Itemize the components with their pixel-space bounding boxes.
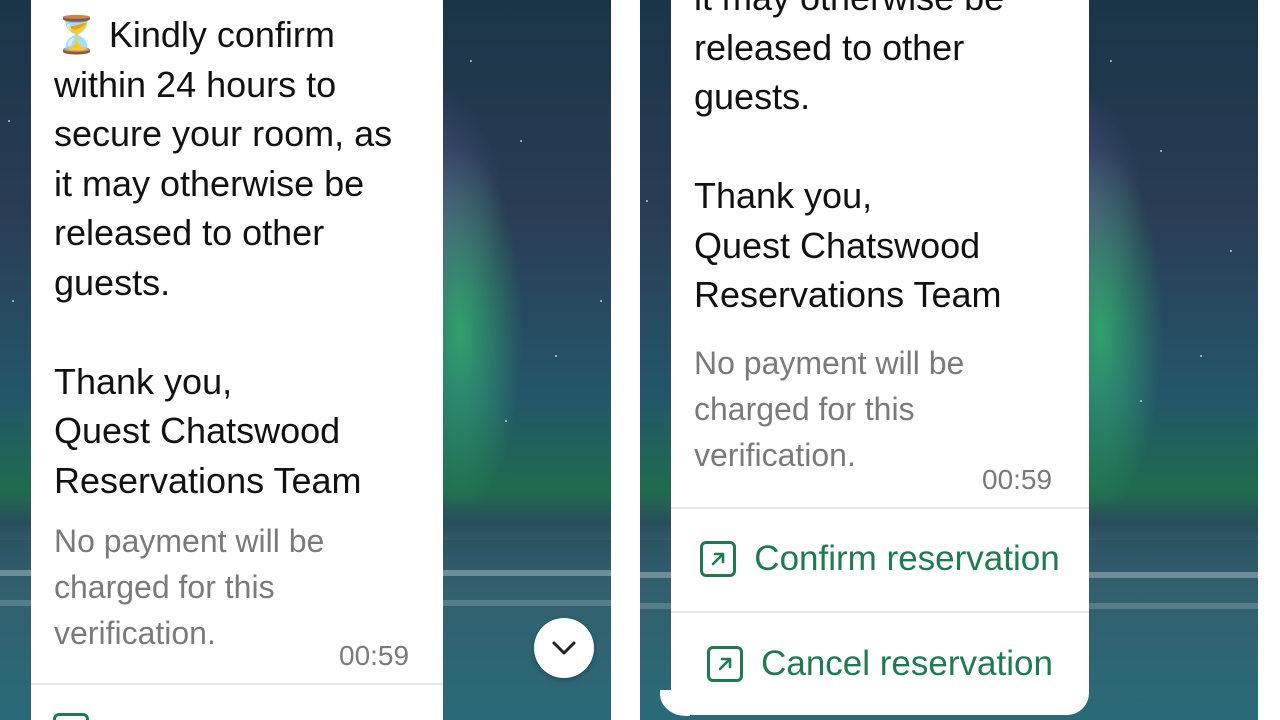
left-chat-screenshot: ⏳ Kindly confirm within 24 hours to secu… (0, 0, 611, 720)
message-bubble: it may otherwise be released to other gu… (671, 0, 1089, 715)
cancel-reservation-label: Cancel reservation (761, 644, 1053, 683)
message-text: ⏳ Kindly confirm within 24 hours to secu… (54, 14, 393, 501)
action-divider (31, 683, 443, 685)
external-link-icon[interactable] (53, 713, 89, 720)
action-divider (671, 611, 1089, 613)
message-time: 00:59 (982, 464, 1053, 495)
panel-divider (611, 0, 640, 720)
message-bubble: ⏳ Kindly confirm within 24 hours to secu… (31, 0, 443, 720)
chevron-down-icon (552, 641, 576, 655)
confirm-reservation-label: Confirm reservation (754, 539, 1060, 578)
scroll-down-button[interactable] (534, 618, 594, 678)
payment-note: No payment will be charged for this veri… (694, 345, 965, 473)
cancel-reservation-button[interactable]: Cancel reservation (671, 614, 1089, 714)
panel-divider (1258, 0, 1280, 720)
message-time: 00:59 (339, 640, 410, 671)
payment-note: No payment will be charged for this veri… (54, 523, 325, 651)
external-link-icon (700, 541, 737, 577)
confirm-reservation-button[interactable]: Confirm reservation (671, 509, 1089, 609)
right-chat-screenshot: it may otherwise be released to other gu… (640, 0, 1258, 720)
external-link-icon (707, 646, 744, 682)
message-text: it may otherwise be released to other gu… (694, 0, 1004, 315)
